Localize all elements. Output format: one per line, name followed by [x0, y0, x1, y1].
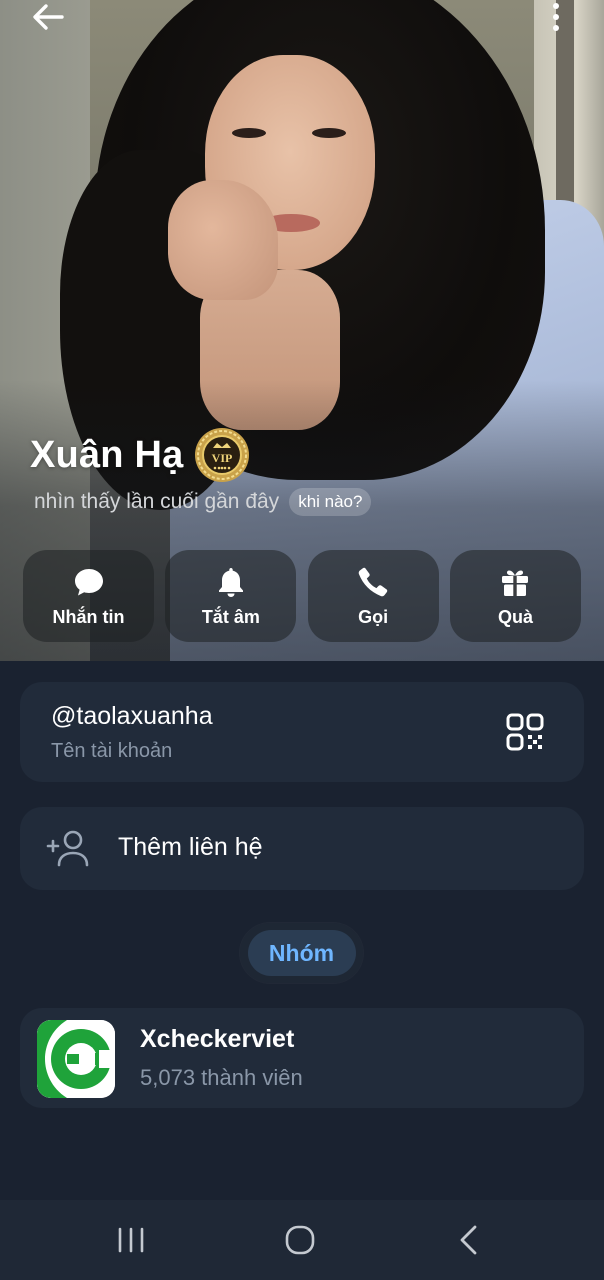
tab-groups[interactable]: Nhóm: [247, 930, 356, 976]
call-button[interactable]: Gọi: [307, 550, 439, 642]
call-button-label: Gọi: [358, 606, 389, 627]
profile-name: Xuân Hạ: [30, 433, 184, 476]
username-caption: Tên tài khoản: [51, 740, 173, 762]
more-vertical-icon: [553, 3, 559, 9]
gift-button-label: Quà: [497, 606, 533, 627]
add-contact-button[interactable]: Thêm liên hệ: [20, 807, 584, 890]
gift-button[interactable]: Quà: [449, 550, 581, 642]
gift-icon: [502, 569, 529, 596]
recents-button[interactable]: [111, 1222, 151, 1258]
group-list-item[interactable]: Xcheckerviet 5,073 thành viên: [20, 1008, 584, 1108]
more-dot: [553, 14, 559, 20]
photo-hand: [168, 180, 278, 300]
phone-icon: [358, 567, 388, 596]
qr-code-icon[interactable]: [506, 713, 544, 751]
bell-icon: [218, 567, 243, 597]
home-icon: [285, 1225, 315, 1255]
system-back-button[interactable]: [449, 1222, 489, 1258]
add-contact-label: Thêm liên hệ: [118, 833, 263, 861]
last-seen-when-pill[interactable]: khi nào?: [289, 488, 372, 516]
group-member-count: 5,073 thành viên: [140, 1065, 303, 1090]
more-options-button[interactable]: [544, 0, 568, 34]
mute-button[interactable]: Tắt âm: [165, 550, 297, 642]
vip-badge-icon[interactable]: VIP: [193, 426, 251, 484]
arrow-left-icon: [33, 4, 64, 30]
home-button[interactable]: [280, 1222, 320, 1258]
message-icon: [74, 568, 103, 595]
add-contact-icon: [46, 830, 89, 867]
username-value[interactable]: @taolaxuanha: [51, 702, 213, 731]
photo-eye-right: [312, 128, 346, 138]
message-button-label: Nhắn tin: [52, 606, 125, 627]
profile-tabs: Nhóm: [240, 923, 363, 983]
group-avatar: [37, 1020, 115, 1098]
more-dot: [553, 25, 559, 31]
profile-actions: Nhắn tin Tắt âm Gọi Quà: [23, 550, 581, 642]
xchecker-logo-icon: [37, 1020, 115, 1098]
username-card[interactable]: @taolaxuanha Tên tài khoản: [20, 682, 584, 782]
message-button[interactable]: Nhắn tin: [23, 550, 154, 642]
mute-button-label: Tắt âm: [201, 606, 260, 627]
last-seen-row: nhìn thấy lần cuối gần đây khi nào?: [34, 488, 372, 516]
system-navigation-bar: [0, 1200, 604, 1280]
photo-eye-left: [232, 128, 266, 138]
group-name: Xcheckerviet: [140, 1025, 295, 1053]
last-seen-status: nhìn thấy lần cuối gần đây: [34, 490, 280, 513]
vip-badge-text: VIP: [212, 451, 233, 465]
back-chevron-icon: [460, 1225, 477, 1255]
profile-name-row: Xuân Hạ VIP: [30, 428, 251, 482]
back-button[interactable]: [28, 0, 68, 34]
recents-icon: [118, 1227, 144, 1253]
